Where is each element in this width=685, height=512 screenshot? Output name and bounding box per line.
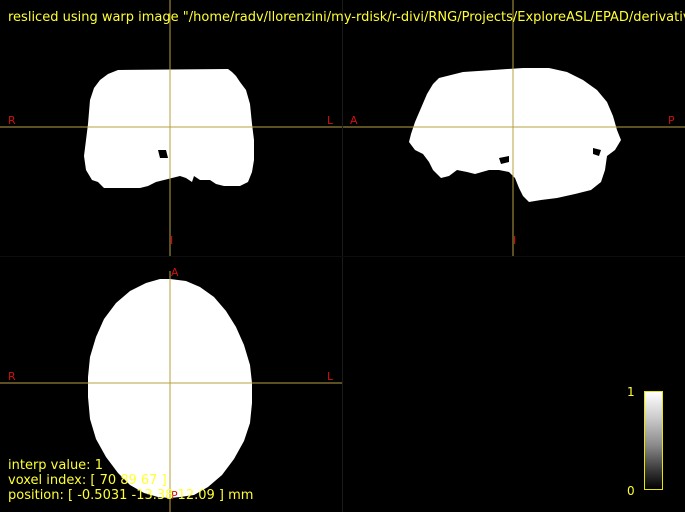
sagittal-label-left: A [350, 114, 358, 127]
colorbar-min-label: 0 [627, 484, 635, 498]
axial-label-left: R [8, 370, 16, 383]
coronal-image [0, 0, 342, 256]
coronal-label-bottom: I [170, 234, 174, 247]
sagittal-label-bottom: I [513, 234, 517, 247]
colorbar-max-label: 1 [627, 385, 635, 399]
position-text: position: [ -0.5031 -13.38 12.09 ] mm [8, 488, 254, 503]
interp-value-text: interp value: 1 [8, 458, 103, 473]
coronal-label-left: R [8, 114, 16, 127]
voxel-index-text: voxel index: [ 70 89 67 ] [8, 473, 167, 488]
coronal-label-right: L [327, 114, 334, 127]
coronal-view[interactable]: R L I [0, 0, 342, 256]
coronal-brain-mask [84, 69, 254, 188]
axial-label-right: L [327, 370, 334, 383]
sagittal-label-right: P [668, 114, 675, 127]
window-title: resliced using warp image "/home/radv/ll… [8, 10, 685, 25]
sagittal-image [343, 0, 685, 256]
colorbar [644, 391, 663, 490]
sagittal-brain-mask [409, 68, 621, 202]
axial-label-top: A [171, 266, 179, 279]
sagittal-view[interactable]: A P I [343, 0, 685, 256]
